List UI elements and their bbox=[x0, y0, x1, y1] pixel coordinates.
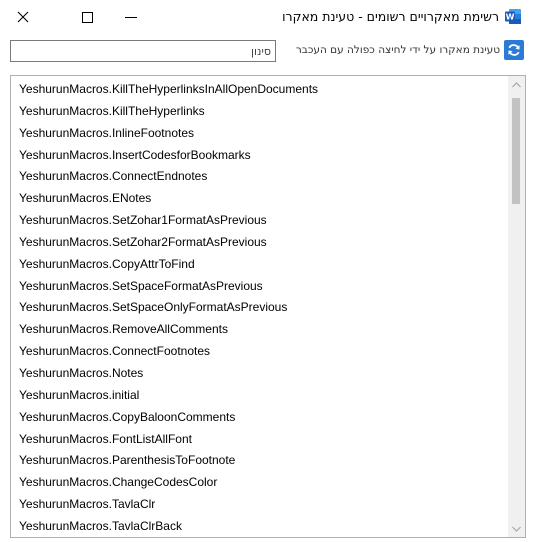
reload-hint-label: טעינת מאקרו על ידי לחיצה כפולה עם העכבר bbox=[295, 44, 500, 56]
macro-list-item[interactable]: YeshurunMacros.ChangeCodesColor bbox=[11, 472, 507, 494]
scroll-thumb[interactable] bbox=[512, 98, 520, 204]
macro-listbox[interactable]: YeshurunMacros.KillTheHyperlinksInAllOpe… bbox=[10, 75, 526, 538]
macro-list-item[interactable]: YeshurunMacros.InlineFootnotes bbox=[11, 123, 507, 145]
close-button[interactable] bbox=[0, 0, 46, 34]
scroll-up-button[interactable] bbox=[508, 76, 525, 93]
minimize-icon bbox=[125, 17, 137, 18]
word-icon: W bbox=[505, 9, 521, 24]
maximize-icon bbox=[81, 11, 93, 23]
maximize-button[interactable] bbox=[64, 0, 110, 34]
macro-list-item[interactable]: YeshurunMacros.TavlaClr bbox=[11, 494, 507, 516]
macro-list-item[interactable]: YeshurunMacros.TavlaClrBack bbox=[11, 516, 507, 537]
refresh-button[interactable] bbox=[504, 40, 524, 60]
vertical-scrollbar[interactable] bbox=[508, 76, 525, 537]
macro-list-window: רשימת מאקרויים רשומים - טעינת מאקרו W טע… bbox=[0, 0, 533, 542]
macro-list-item[interactable]: YeshurunMacros.InsertCodesforBookmarks bbox=[11, 145, 507, 167]
macro-list-item[interactable]: YeshurunMacros.CopyAttrToFind bbox=[11, 254, 507, 276]
refresh-icon bbox=[508, 44, 520, 56]
chevron-down-icon bbox=[512, 526, 521, 532]
macro-list-item[interactable]: YeshurunMacros.KillTheHyperlinksInAllOpe… bbox=[11, 79, 507, 101]
macro-list-item[interactable]: YeshurunMacros.initial bbox=[11, 385, 507, 407]
macro-list-item[interactable]: YeshurunMacros.ConnectFootnotes bbox=[11, 341, 507, 363]
macro-list-item[interactable]: YeshurunMacros.SetSpaceFormatAsPrevious bbox=[11, 276, 507, 298]
macro-list-item[interactable]: YeshurunMacros.CopyBaloonComments bbox=[11, 407, 507, 429]
minimize-button[interactable] bbox=[108, 0, 154, 34]
svg-text:W: W bbox=[506, 13, 515, 22]
scroll-down-button[interactable] bbox=[508, 520, 525, 537]
macro-list-item[interactable]: YeshurunMacros.SetZohar1FormatAsPrevious bbox=[11, 210, 507, 232]
macro-list-item[interactable]: YeshurunMacros.SetSpaceOnlyFormatAsPrevi… bbox=[11, 297, 507, 319]
macro-list-item[interactable]: YeshurunMacros.SetZohar2FormatAsPrevious bbox=[11, 232, 507, 254]
macro-list-item[interactable]: YeshurunMacros.ParenthesisToFootnote bbox=[11, 450, 507, 472]
macro-list-item[interactable]: YeshurunMacros.ENotes bbox=[11, 188, 507, 210]
macro-list: YeshurunMacros.KillTheHyperlinksInAllOpe… bbox=[11, 79, 507, 537]
macro-list-item[interactable]: YeshurunMacros.RemoveAllComments bbox=[11, 319, 507, 341]
title-bar: רשימת מאקרויים רשומים - טעינת מאקרו W bbox=[0, 0, 533, 34]
filter-input[interactable] bbox=[10, 40, 276, 62]
chevron-up-icon bbox=[512, 81, 521, 87]
window-title: רשימת מאקרויים רשומים - טעינת מאקרו bbox=[282, 9, 499, 24]
macro-list-item[interactable]: YeshurunMacros.Notes bbox=[11, 363, 507, 385]
close-icon bbox=[17, 11, 29, 23]
macro-list-item[interactable]: YeshurunMacros.KillTheHyperlinks bbox=[11, 101, 507, 123]
macro-list-item[interactable]: YeshurunMacros.FontListAllFont bbox=[11, 429, 507, 451]
macro-list-item[interactable]: YeshurunMacros.ConnectEndnotes bbox=[11, 166, 507, 188]
